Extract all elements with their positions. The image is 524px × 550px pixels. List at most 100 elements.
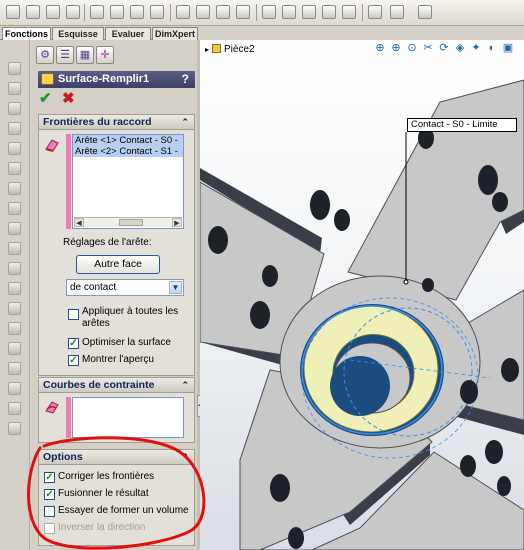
scroll-thumb[interactable] [119,219,143,226]
surface-fill-icon[interactable] [8,402,21,415]
draft-feature-icon[interactable] [8,282,21,295]
options-title: Options [43,451,83,463]
optimize-surface-label: Optimiser la surface [82,337,171,348]
collapse-chevron-icon[interactable]: ⌃ [181,378,189,393]
optimize-surface-checkbox[interactable]: ✓ [68,338,79,349]
zoom-area-icon[interactable]: ⊕ [390,42,402,54]
rib-icon[interactable] [262,5,276,19]
extrude-cut-icon[interactable] [8,142,21,155]
extrude-boss-icon[interactable] [8,62,21,75]
shell-feature-icon[interactable] [8,302,21,315]
wrap-feature-icon[interactable] [8,322,21,335]
options-header[interactable]: Options ⌃ [39,450,194,465]
revolve-icon[interactable] [46,5,60,19]
display-style-icon[interactable]: ◈ [454,42,466,54]
mirror-icon[interactable] [236,5,250,19]
contact-type-select[interactable]: de contact ▼ [66,279,184,296]
view-orientation-icon[interactable]: ⟳ [438,42,450,54]
sweep-icon[interactable] [66,5,80,19]
section-view-icon[interactable]: ✂ [422,42,434,54]
surface-extrude-icon[interactable] [8,382,21,395]
help-button[interactable]: ? [182,71,189,88]
appearance-icon[interactable]: ◐ [486,42,498,54]
tree-expand-icon[interactable]: ▸ [205,45,209,54]
part-body[interactable] [200,79,524,550]
boundary-edges-list[interactable]: Arête <1> Contact - S0 - Arête <2> Conta… [72,134,184,229]
instant3d-icon[interactable] [418,5,432,19]
constraint-curves-header[interactable]: Courbes de contrainte ⌃ [39,378,194,393]
shell-icon[interactable] [282,5,296,19]
previous-view-icon[interactable]: ⊙ [406,42,418,54]
draft-icon[interactable] [196,5,210,19]
patch-boundary-group: Frontières du raccord ⌃ Arête <1> Contac… [38,114,195,376]
split-line-icon[interactable] [8,422,21,435]
fillet-feature-icon[interactable] [8,222,21,235]
revolve-cut-icon[interactable] [8,162,21,175]
move-icon[interactable] [26,5,40,19]
merge-result-checkbox[interactable]: ✓ [44,489,55,500]
edge-callout: Contact - S0 - Limite [407,118,517,132]
part-name[interactable]: Pièce2 [224,44,255,55]
fillet-icon[interactable] [150,5,164,19]
list-horizontal-scrollbar[interactable]: ◀ ▶ [74,217,182,227]
cancel-button[interactable]: ✖ [62,90,75,108]
scroll-left-icon[interactable]: ◀ [74,218,84,227]
try-form-solid-checkbox[interactable] [44,506,55,517]
loft-cut-icon[interactable] [8,202,21,215]
cylinder-icon[interactable] [302,5,316,19]
curves-icon[interactable] [390,5,404,19]
hide-show-icon[interactable]: ✦ [470,42,482,54]
chevron-down-icon[interactable]: ▼ [169,281,182,294]
feature-title-bar: Surface-Remplir1 ? [38,71,195,88]
dome-feature-icon[interactable] [8,342,21,355]
command-manager-tabs: Fonctions Esquisse Evaluer DimXpert [0,26,198,40]
property-manager: ⚙ ☰ ▦ ✛ Surface-Remplir1 ? ✔ ✖ Frontière… [30,40,197,550]
boundary-icon[interactable] [130,5,144,19]
rib-feature-icon[interactable] [8,262,21,275]
options-group: Options ⌃ ✓ Corriger les frontières ✓ Fu… [38,449,195,546]
feature-title: Surface-Remplir1 [58,73,150,85]
reference-axis-icon[interactable] [368,5,382,19]
feature-manager-icon[interactable]: ⚙ [36,46,54,64]
mirror-feature-icon[interactable] [8,362,21,375]
linear-pattern-icon[interactable] [8,242,21,255]
ok-button[interactable]: ✔ [39,90,52,108]
wrap-icon[interactable] [342,5,356,19]
sweep-cut-icon[interactable] [8,182,21,195]
callout-anchor [403,279,409,285]
plane-icon[interactable] [90,5,104,19]
apply-all-edges-checkbox[interactable] [68,309,79,320]
revolve-boss-icon[interactable] [8,82,21,95]
tab-dimxpert[interactable]: DimXpert [152,27,198,40]
show-preview-checkbox[interactable]: ✓ [68,355,79,366]
model-view[interactable] [200,40,524,550]
configuration-manager-icon[interactable]: ▦ [76,46,94,64]
patch-boundary-header[interactable]: Frontières du raccord ⌃ [39,115,194,130]
graphics-area[interactable]: ▸ Pièce2 ⊕ ⊕ ⊙ ✂ ⟳ ◈ ✦ ◐ ▣ Contact - S0 -… [200,40,524,550]
loft-boss-icon[interactable] [8,122,21,135]
collapse-chevron-icon[interactable]: ⌃ [181,115,189,130]
property-manager-icon[interactable]: ☰ [56,46,74,64]
scroll-right-icon[interactable]: ▶ [172,218,182,227]
tab-esquisse[interactable]: Esquisse [52,27,104,40]
selection-highlight-bar [66,134,71,229]
zoom-to-fit-icon[interactable]: ⊕ [374,42,386,54]
other-face-button[interactable]: Autre face [76,255,160,274]
feature-tree-flyout[interactable]: ▸ Pièce2 [205,44,255,55]
constraint-curves-list[interactable] [72,397,184,438]
sweep-boss-icon[interactable] [8,102,21,115]
tab-evaluer[interactable]: Evaluer [105,27,151,40]
dome-icon[interactable] [322,5,336,19]
loft-icon[interactable] [110,5,124,19]
tab-fonctions[interactable]: Fonctions [2,27,51,40]
patch-boundary-title: Frontières du raccord [43,116,152,128]
pattern-icon[interactable] [216,5,230,19]
collapse-chevron-icon[interactable]: ⌃ [181,450,189,465]
extrude-icon[interactable] [6,5,20,19]
scene-icon[interactable]: ▣ [502,42,514,54]
list-item[interactable]: Arête <2> Contact - S1 - [73,146,183,157]
chamfer-icon[interactable] [176,5,190,19]
list-item[interactable]: Arête <1> Contact - S0 - [73,135,183,146]
fix-boundaries-checkbox[interactable]: ✓ [44,472,55,483]
dimxpert-manager-icon[interactable]: ✛ [96,46,114,64]
